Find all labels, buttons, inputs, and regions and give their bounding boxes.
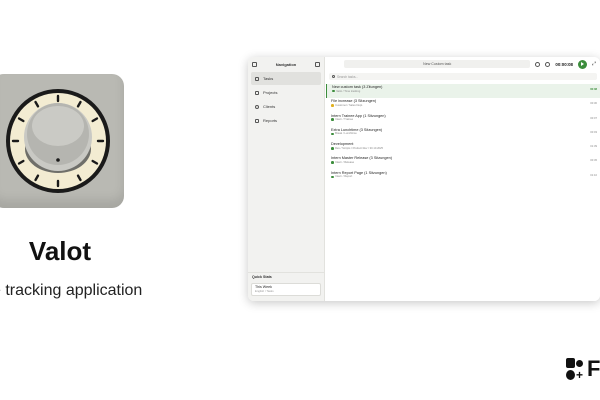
- task-title: New custom task (3 Zitungen): [332, 85, 383, 89]
- task-meta: Intern / Release: [331, 161, 596, 164]
- task-meta-text: Intern / Trainee: [335, 118, 354, 122]
- task-meta: Break / Lunchtime: [331, 132, 596, 135]
- brand-shape: [566, 358, 575, 368]
- app-title: Valot: [28, 236, 92, 266]
- task-meta: Dev / Scripts / Product Rev / 30.10.2025: [331, 147, 596, 150]
- sidebar-item-label: Tasks: [263, 76, 274, 81]
- brand-shape: [576, 360, 583, 367]
- task-title: Intern Master Release (3 Sitzungen): [331, 156, 392, 161]
- sidebar: Navigation Tasks Projects Clients Report…: [248, 57, 325, 301]
- task-search-field[interactable]: New Custom task: [344, 60, 531, 68]
- filter-input[interactable]: Search tasks...: [329, 73, 597, 80]
- task-meta-text: Intern / Release: [335, 161, 355, 165]
- task-list: New custom task (3 Zitungen) Valot / Time…: [326, 84, 600, 184]
- task-title: File increase (3 Sitzungen): [331, 99, 377, 104]
- project-color-dot: [331, 104, 334, 107]
- task-row[interactable]: New custom task (3 Zitungen) Valot / Time…: [326, 84, 600, 99]
- quick-stats-card[interactable]: This Week English / Tasks: [251, 283, 321, 296]
- task-meta: Customer / Sales Dept.: [331, 104, 596, 107]
- brand-plus: +: [576, 368, 584, 382]
- sidebar-item-label: Reports: [263, 118, 278, 123]
- task-meta-text: Dev / Scripts / Product Rev / 30.10.2025: [335, 146, 384, 150]
- task-meta: Intern / Trainee: [331, 118, 596, 121]
- task-row[interactable]: Intern Report Page (1 Sitzungen) Intern /…: [326, 170, 600, 184]
- filter-placeholder: Search tasks...: [337, 74, 359, 79]
- brand-shape: [566, 370, 575, 380]
- search-icon: [332, 75, 335, 78]
- app-window: Navigation Tasks Projects Clients Report…: [248, 57, 600, 301]
- task-meta-text: Break / Lunchtime: [335, 132, 357, 136]
- sidebar-item-label: Clients: [263, 104, 276, 109]
- quick-stats-sub: English / Tasks: [255, 289, 274, 293]
- topbar: New Custom task 00:00:08 ⤢: [326, 57, 600, 71]
- folder-icon: [255, 90, 259, 95]
- task-duration: 00:07: [590, 116, 597, 120]
- timer-display: 00:00:08: [555, 61, 573, 67]
- sidebar-item-tasks[interactable]: Tasks: [251, 72, 321, 85]
- task-duration: 00:45: [590, 159, 597, 163]
- sidebar-item-clients[interactable]: Clients: [251, 100, 321, 113]
- task-duration: 00:30: [590, 102, 597, 106]
- task-duration: 00:08: [590, 88, 597, 91]
- main-panel: New Custom task 00:00:08 ⤢ Search tasks.…: [326, 57, 600, 301]
- app-subtitle: e tracking application: [0, 282, 143, 299]
- user-icon: [255, 104, 259, 109]
- task-title: Development: [331, 142, 354, 147]
- task-row[interactable]: File increase (3 Sitzungen) Customer / Sa…: [326, 98, 600, 112]
- dial-icon: [6, 89, 110, 193]
- sidebar-item-projects[interactable]: Projects: [251, 86, 321, 99]
- project-color-dot: [331, 132, 334, 136]
- project-color-dot: [331, 118, 334, 121]
- menu-icon[interactable]: [315, 61, 320, 67]
- task-row[interactable]: Intern Trainee App (1 Sitzungen) Intern /…: [326, 113, 600, 127]
- task-duration: 01:10: [590, 173, 597, 177]
- page: Valot e tracking application Navigation …: [0, 0, 600, 400]
- task-meta-text: Valot / Time tracking: [336, 89, 361, 93]
- play-button[interactable]: [577, 59, 587, 69]
- brand-logo: + F: [566, 358, 600, 386]
- task-duration: 00:03: [590, 130, 597, 134]
- project-color-dot: [332, 89, 335, 93]
- task-duration: 01:39: [590, 145, 597, 149]
- theme-toggle-icon[interactable]: [535, 61, 541, 67]
- task-row[interactable]: Development Dev / Scripts / Product Rev /…: [326, 141, 600, 155]
- sidebar-item-reports[interactable]: Reports: [251, 114, 321, 127]
- brand-letter: F: [587, 356, 600, 381]
- task-title: Extra Lunchtime (3 Sitzungen): [331, 127, 383, 132]
- sidebar-item-label: Projects: [263, 90, 278, 95]
- task-meta: Intern / Report: [331, 175, 596, 178]
- sidebar-toggle-icon[interactable]: [252, 61, 257, 67]
- task-meta-text: Intern / Report: [335, 175, 353, 179]
- task-title: Intern Trainee App (1 Sitzungen): [331, 113, 386, 118]
- expand-icon[interactable]: ⤢: [592, 61, 596, 67]
- task-row[interactable]: Extra Lunchtime (3 Sitzungen) Break / Lun…: [326, 127, 600, 141]
- task-title: Intern Report Page (1 Sitzungen): [331, 170, 387, 175]
- chart-icon: [255, 118, 259, 123]
- tasks-icon: [255, 76, 259, 81]
- profile-icon[interactable]: [545, 61, 551, 67]
- task-meta-text: Customer / Sales Dept.: [335, 103, 363, 107]
- project-color-dot: [331, 161, 334, 164]
- task-row[interactable]: Intern Master Release (3 Sitzungen) Inter…: [326, 155, 600, 169]
- sidebar-title: Navigation: [275, 61, 297, 67]
- project-color-dot: [331, 175, 334, 179]
- app-icon: [0, 74, 124, 208]
- quick-stats-label: Quick Stats: [252, 275, 272, 279]
- sidebar-divider: [248, 272, 324, 273]
- sidebar-header: Navigation: [248, 57, 324, 71]
- task-meta: Valot / Time tracking: [332, 90, 596, 93]
- sidebar-nav: Tasks Projects Clients Reports: [248, 71, 324, 129]
- project-color-dot: [331, 146, 334, 150]
